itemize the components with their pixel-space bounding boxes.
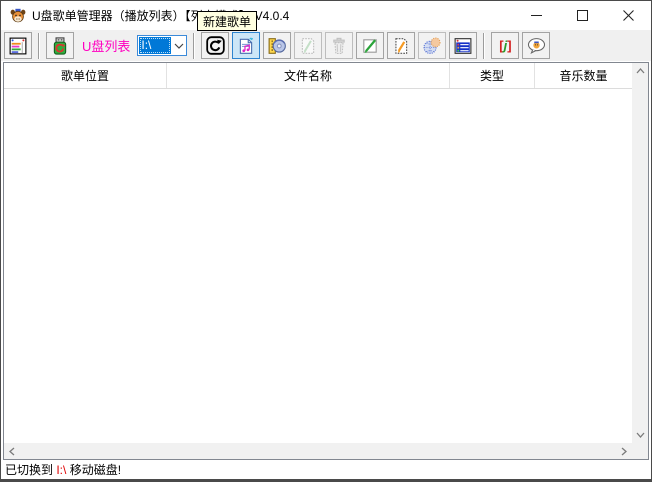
title-bar: U盘歌单管理器（播放列表）【列表模式】-V4.0.4 (1, 1, 651, 30)
column-header-playlist-location[interactable]: 歌单位置 (4, 63, 167, 88)
status-text-prefix: 已切换到 (5, 461, 56, 478)
close-icon (623, 10, 634, 21)
list-mode-button[interactable] (449, 32, 477, 59)
maximize-button[interactable] (559, 1, 605, 30)
playlist-window-icon (9, 37, 27, 55)
toolbar-separator (38, 33, 40, 59)
globe-icon (423, 37, 441, 55)
new-playlist-button[interactable] (232, 32, 260, 59)
list-view-icon (454, 37, 472, 55)
table-content: 歌单位置 文件名称 类型 音乐数量 (4, 63, 632, 443)
script-button[interactable]: [j] (491, 32, 519, 59)
toolbar-separator (193, 33, 195, 59)
status-drive-letter: I:\ (56, 463, 66, 477)
scroll-up-icon[interactable] (632, 63, 648, 79)
edit-note-icon (299, 37, 317, 55)
web-button[interactable] (418, 32, 446, 59)
speech-bubble-icon (527, 37, 546, 54)
maximize-icon (577, 10, 588, 21)
table-empty-area (4, 89, 632, 443)
tooltip-new-playlist: 新建歌单 (197, 11, 257, 31)
cd-cover-icon (268, 37, 286, 55)
toolbar: U盘列表 I:\ (1, 30, 651, 61)
refresh-button[interactable] (201, 32, 229, 59)
cd-cover-button[interactable] (263, 32, 291, 59)
scroll-left-icon[interactable] (4, 443, 20, 459)
vertical-scrollbar[interactable] (632, 63, 648, 443)
column-header-type[interactable]: 类型 (450, 63, 535, 88)
green-pencil-icon (361, 37, 379, 55)
usb-list-label: U盘列表 (82, 36, 130, 55)
new-playlist-icon (237, 37, 255, 55)
delete-playlist-button[interactable] (325, 32, 353, 59)
status-bar: 已切换到 I:\ 移动磁盘! (1, 460, 651, 479)
drive-select[interactable]: I:\ (137, 35, 187, 56)
scroll-right-icon[interactable] (616, 443, 632, 459)
minimize-button[interactable] (513, 1, 559, 30)
table-header: 歌单位置 文件名称 类型 音乐数量 (4, 63, 632, 89)
playlist-manager-button[interactable] (4, 32, 32, 59)
app-window: U盘歌单管理器（播放列表）【列表模式】-V4.0.4 (0, 0, 652, 482)
window-controls (513, 1, 651, 30)
bracket-j-icon: [j] (499, 39, 511, 52)
usb-drive-icon (51, 37, 69, 55)
ox-mascot-icon (9, 8, 27, 24)
column-header-file-name[interactable]: 文件名称 (167, 63, 450, 88)
toolbar-separator (483, 33, 485, 59)
about-button[interactable] (522, 32, 550, 59)
chevron-down-icon (172, 43, 186, 49)
rename-button[interactable] (387, 32, 415, 59)
drive-select-value: I:\ (139, 37, 171, 54)
close-button[interactable] (605, 1, 651, 30)
scroll-down-icon[interactable] (632, 427, 648, 443)
refresh-icon (206, 36, 225, 55)
minimize-icon (531, 15, 542, 16)
edit-file-button[interactable] (356, 32, 384, 59)
trash-icon (330, 37, 348, 55)
horizontal-scrollbar[interactable] (4, 443, 632, 459)
scrollbar-corner (632, 443, 648, 459)
column-header-music-count[interactable]: 音乐数量 (535, 63, 632, 88)
orange-pencil-icon (392, 37, 410, 55)
status-text-suffix: 移动磁盘! (66, 461, 121, 478)
playlist-table: 歌单位置 文件名称 类型 音乐数量 (3, 62, 649, 460)
usb-drive-button[interactable] (46, 32, 74, 59)
edit-playlist-button[interactable] (294, 32, 322, 59)
